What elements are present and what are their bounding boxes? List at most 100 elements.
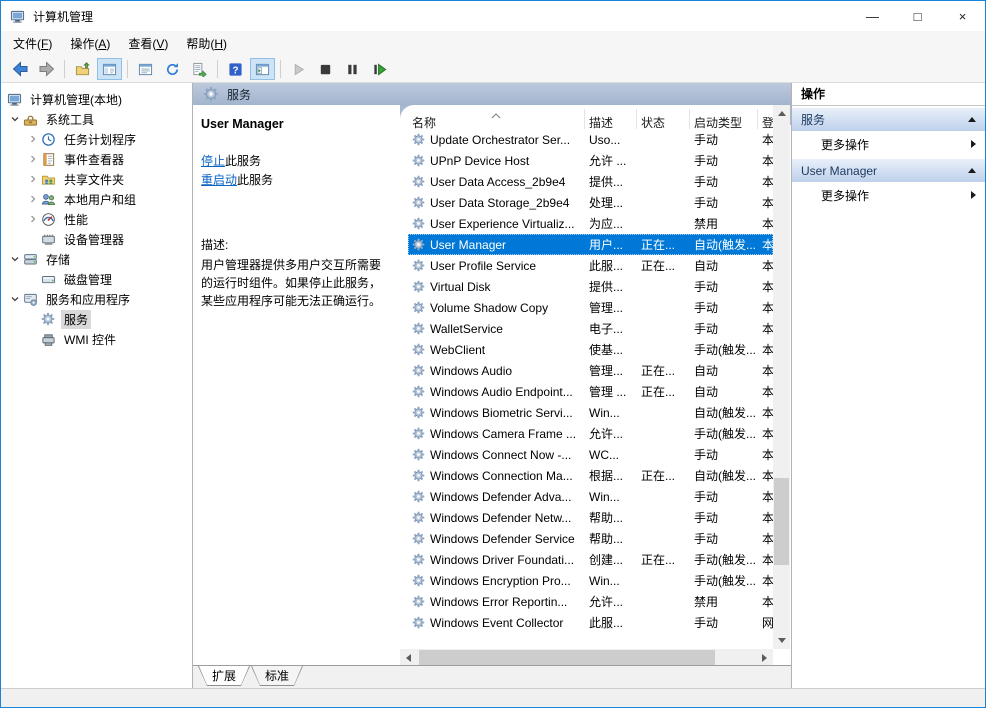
chevron-down-icon[interactable] (7, 254, 23, 264)
tree-item-services-and-applications[interactable]: 服务和应用程序 (1, 289, 192, 309)
chevron-right-icon[interactable] (25, 194, 41, 204)
column-header-2[interactable]: 状态 (637, 109, 690, 129)
tree-item-services[interactable]: 服务 (1, 309, 192, 329)
maximize-button[interactable]: □ (895, 1, 940, 31)
service-row[interactable]: User Data Storage_2b9e4处理...手动本 (408, 192, 773, 213)
close-button[interactable]: × (940, 1, 985, 31)
tree-item-wmi-control[interactable]: WMI 控件 (1, 329, 192, 349)
service-row[interactable]: Windows Defender Netw...帮助...手动本 (408, 507, 773, 528)
service-row[interactable]: User Profile Service此服...正在...自动本 (408, 255, 773, 276)
service-row[interactable]: Windows Encryption Pro...Win...手动(触发...本 (408, 570, 773, 591)
service-detail-pane: User Manager 停止此服务 重启动此服务 描述: 用户管理器提供多用户… (193, 105, 395, 666)
service-row[interactable]: WalletService电子...手动本 (408, 318, 773, 339)
tree-item-local-users-groups[interactable]: 本地用户和组 (1, 189, 192, 209)
chevron-right-icon[interactable] (25, 134, 41, 144)
gear-icon (412, 574, 425, 587)
service-row[interactable]: Windows Connection Ma...根据...正在...自动(触发.… (408, 465, 773, 486)
chevron-right-icon[interactable] (25, 214, 41, 224)
scroll-up-button[interactable] (773, 105, 790, 122)
restart-service-link[interactable]: 重启动 (201, 173, 237, 187)
refresh-button[interactable] (160, 58, 185, 80)
scroll-right-button[interactable] (756, 649, 773, 666)
service-row[interactable]: Windows Biometric Servi...Win...自动(触发...… (408, 402, 773, 423)
chevron-down-icon[interactable] (7, 294, 23, 304)
menu-action[interactable]: 操作(A) (61, 31, 119, 56)
stop-service-button[interactable] (313, 58, 338, 80)
service-name-cell: Windows Driver Foundati... (408, 553, 585, 567)
tree-item-event-viewer[interactable]: 事件查看器 (1, 149, 192, 169)
service-row[interactable]: Windows Defender Adva...Win...手动本 (408, 486, 773, 507)
tree-item-system-tools[interactable]: 系统工具 (1, 109, 192, 129)
more-actions-user-manager[interactable]: 更多操作 (792, 182, 985, 208)
back-button[interactable] (7, 58, 32, 80)
service-row[interactable]: Windows Error Reportin...允许...禁用本 (408, 591, 773, 612)
vertical-scroll-thumb[interactable] (774, 478, 789, 565)
service-row[interactable]: User Data Access_2b9e4提供...手动本 (408, 171, 773, 192)
menu-view[interactable]: 查看(V) (119, 31, 177, 56)
column-header-1[interactable]: 描述 (585, 109, 637, 129)
menu-file[interactable]: 文件(F) (4, 31, 61, 56)
service-row[interactable]: Windows Connect Now -...WC...手动本 (408, 444, 773, 465)
restart-service-button[interactable] (367, 58, 392, 80)
vertical-scrollbar[interactable] (773, 105, 790, 649)
service-row[interactable]: WebClient使基...手动(触发...本 (408, 339, 773, 360)
console-window-button[interactable] (97, 58, 122, 80)
tab-extended[interactable]: 扩展 (198, 666, 250, 686)
column-header-0[interactable]: 名称 (408, 109, 585, 129)
action-section-user-manager[interactable]: User Manager (792, 159, 985, 182)
service-row[interactable]: Windows Audio管理...正在...自动本 (408, 360, 773, 381)
horizontal-scroll-thumb[interactable] (419, 650, 715, 665)
statusbar (1, 688, 985, 707)
service-cell: 自动 (690, 257, 758, 274)
scroll-left-button[interactable] (400, 649, 417, 666)
service-row[interactable]: User Manager用户...正在...自动(触发...本 (408, 234, 773, 255)
horizontal-scrollbar[interactable] (400, 649, 773, 666)
tree-item-shared-folders[interactable]: 共享文件夹 (1, 169, 192, 189)
help-button[interactable]: ? (223, 58, 248, 80)
action-section-services[interactable]: 服务 (792, 108, 985, 131)
column-header-3[interactable]: 启动类型 (690, 109, 758, 129)
up-folder-button[interactable] (70, 58, 95, 80)
column-header-4[interactable]: 登 (758, 109, 773, 129)
tree-item-storage[interactable]: 存储 (1, 249, 192, 269)
chevron-right-icon[interactable] (25, 154, 41, 164)
chevron-right-icon[interactable] (25, 174, 41, 184)
service-row[interactable]: Windows Defender Service帮助...手动本 (408, 528, 773, 549)
tree-item-task-scheduler[interactable]: 任务计划程序 (1, 129, 192, 149)
service-row[interactable]: Volume Shadow Copy管理...手动本 (408, 297, 773, 318)
scroll-down-button[interactable] (773, 632, 790, 649)
collapse-icon[interactable] (968, 168, 976, 173)
gear-icon (412, 490, 425, 503)
service-cell: 本 (758, 488, 773, 505)
tree-item-device-manager[interactable]: 设备管理器 (1, 229, 192, 249)
tab-standard[interactable]: 标准 (251, 666, 303, 686)
tree-item-label: 本地用户和组 (61, 190, 139, 209)
service-cell: 根据... (585, 467, 637, 484)
more-actions-services[interactable]: 更多操作 (792, 131, 985, 157)
service-row[interactable]: Windows Audio Endpoint...管理 ...正在...自动本 (408, 381, 773, 402)
menu-help[interactable]: 帮助(H) (177, 31, 236, 56)
column-header-label: 状态 (641, 116, 665, 129)
show-console-tree-button[interactable] (250, 58, 275, 80)
service-row[interactable]: User Experience Virtualiz...为应...禁用本 (408, 213, 773, 234)
service-row[interactable]: Virtual Disk提供...手动本 (408, 276, 773, 297)
minimize-button[interactable]: — (850, 1, 895, 31)
service-row[interactable]: Windows Camera Frame ...允许...手动(触发...本 (408, 423, 773, 444)
restart-service-icon (372, 62, 387, 77)
collapse-icon[interactable] (968, 117, 976, 122)
pause-service-button[interactable] (340, 58, 365, 80)
tree-item-computer-management-local[interactable]: 计算机管理(本地) (1, 89, 192, 109)
service-row[interactable]: Windows Event Collector此服...手动网 (408, 612, 773, 633)
forward-button[interactable] (34, 58, 59, 80)
service-row[interactable]: Windows Driver Foundati...创建...正在...手动(触… (408, 549, 773, 570)
service-row[interactable]: UPnP Device Host允许 ...手动本 (408, 150, 773, 171)
service-row[interactable]: Update Orchestrator Ser...Uso...手动本 (408, 129, 773, 150)
export-list-button[interactable] (187, 58, 212, 80)
tree-item-disk-management[interactable]: 磁盘管理 (1, 269, 192, 289)
tree-item-performance[interactable]: 性能 (1, 209, 192, 229)
properties-button[interactable] (133, 58, 158, 80)
start-service-button[interactable] (286, 58, 311, 80)
stop-service-link[interactable]: 停止 (201, 154, 225, 168)
chevron-down-icon[interactable] (7, 114, 23, 124)
service-name-cell: Windows Event Collector (408, 616, 585, 630)
